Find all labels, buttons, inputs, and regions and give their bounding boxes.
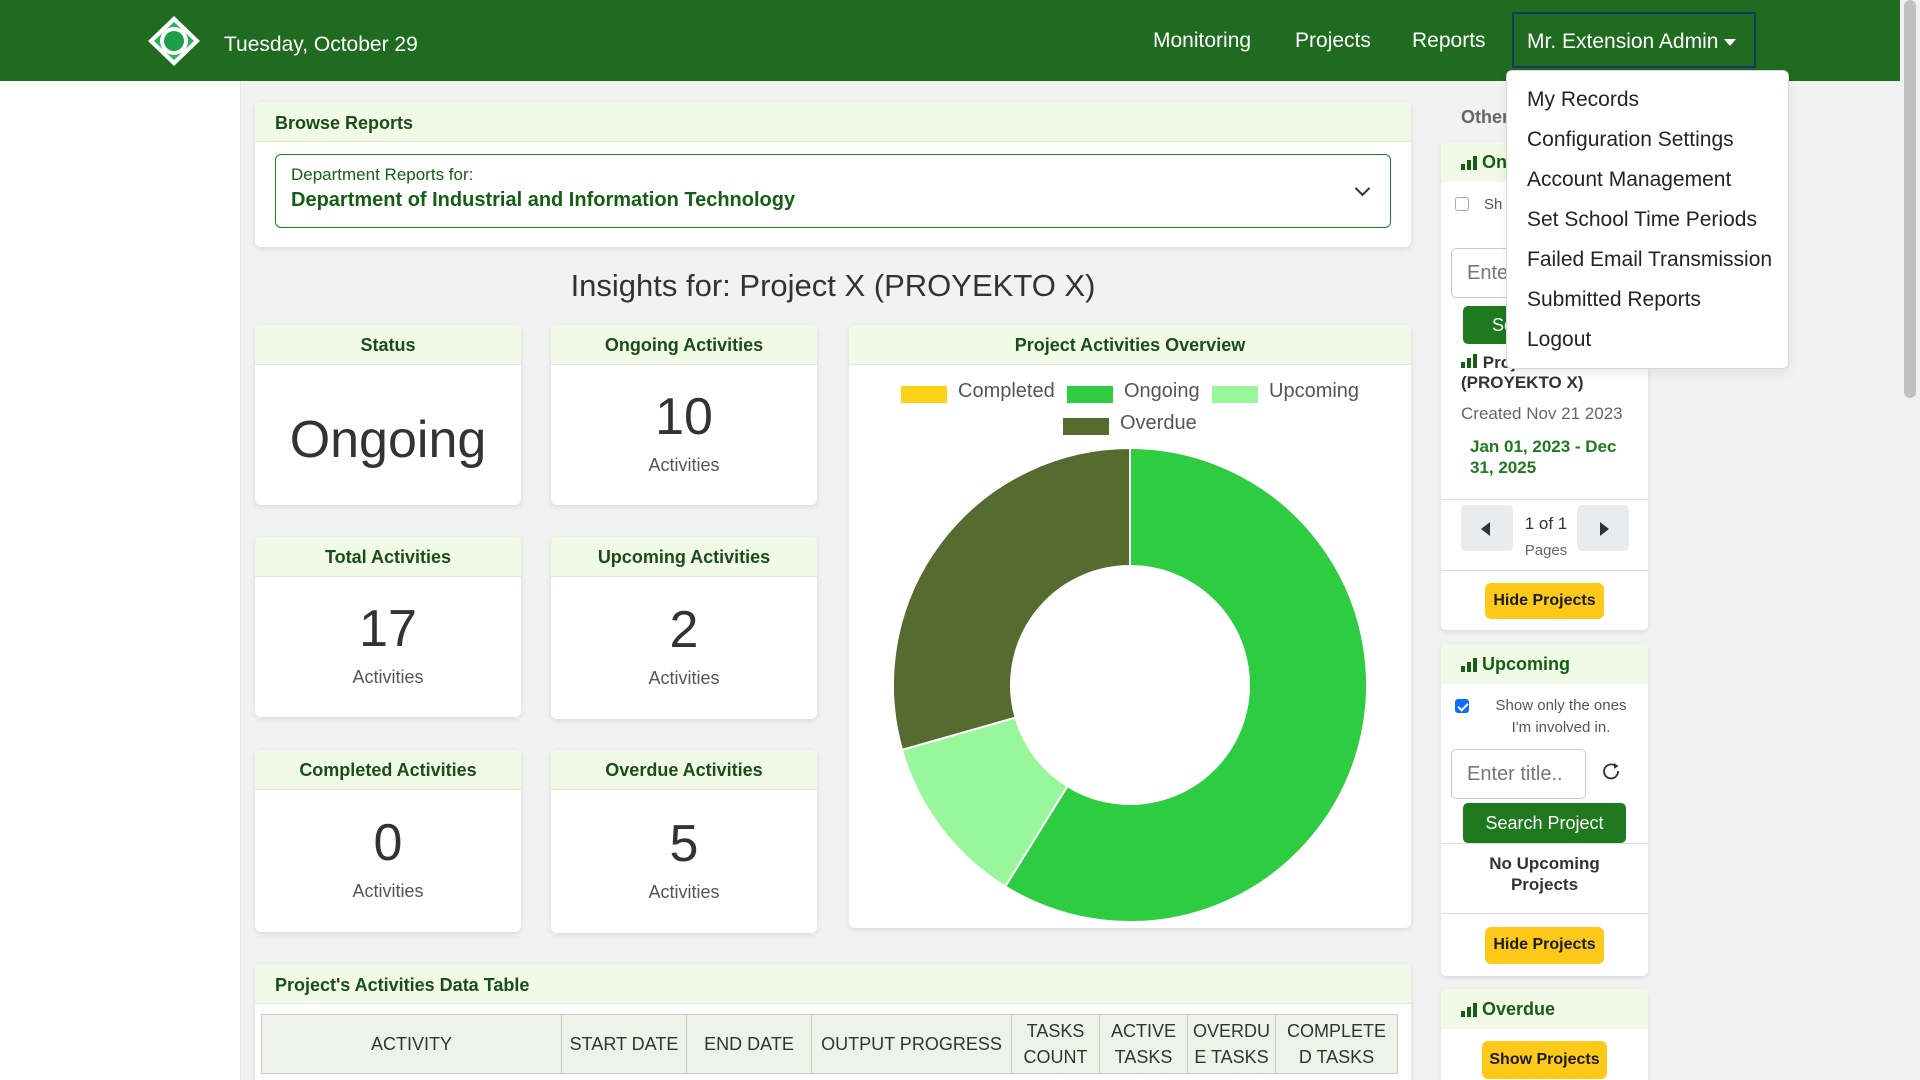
menu-item-configuration-settings[interactable]: Configuration Settings xyxy=(1527,128,1734,152)
menu-item-failed-email-transmission[interactable]: Failed Email Transmission xyxy=(1527,248,1772,272)
ongoing-activities-card: Ongoing Activities 10 Activities xyxy=(551,325,817,505)
upcoming-activities-card: Upcoming Activities 2 Activities xyxy=(551,537,817,719)
bar-chart-icon xyxy=(1461,354,1478,368)
status-card: Status Ongoing xyxy=(255,325,521,505)
menu-item-account-management[interactable]: Account Management xyxy=(1527,168,1731,192)
department-select-label: Department Reports for: xyxy=(291,165,474,184)
chevron-down-icon xyxy=(1354,180,1371,197)
upcoming-activities-unit: Activities xyxy=(648,668,720,688)
completed-activities-count: 0 xyxy=(373,814,403,872)
no-upcoming-projects-message: No Upcoming Projects xyxy=(1489,854,1600,894)
total-activities-card: Total Activities 17 Activities xyxy=(255,537,521,717)
upcoming-search-button[interactable]: Search Project xyxy=(1463,803,1626,843)
bar-chart-icon xyxy=(1461,1003,1478,1017)
divider xyxy=(1441,843,1648,844)
menu-item-my-records[interactable]: My Records xyxy=(1527,88,1639,112)
other-projects-label: Other xyxy=(1461,107,1510,127)
ongoing-activities-header: Ongoing Activities xyxy=(551,325,817,365)
completed-activities-card: Completed Activities 0 Activities xyxy=(255,750,521,932)
show-overdue-projects-button[interactable]: Show Projects xyxy=(1482,1041,1607,1079)
ongoing-activities-count: 10 xyxy=(655,388,713,446)
col-output-progress[interactable]: OUTPUT PROGRESS xyxy=(811,1014,1012,1074)
status-card-header: Status xyxy=(255,325,521,365)
menu-item-submitted-reports[interactable]: Submitted Reports xyxy=(1527,288,1701,312)
upcoming-activities-count: 2 xyxy=(669,601,699,659)
col-activity[interactable]: ACTIVITY xyxy=(261,1014,562,1074)
col-tasks-count[interactable]: TASKS COUNT xyxy=(1011,1014,1100,1074)
total-activities-header: Total Activities xyxy=(255,537,521,577)
total-activities-unit: Activities xyxy=(352,667,424,687)
ongoing-involved-label: Sh xyxy=(1484,196,1503,213)
col-completed-tasks[interactable]: COMPLETE D TASKS xyxy=(1275,1014,1398,1074)
col-active-tasks[interactable]: ACTIVE TASKS xyxy=(1099,1014,1188,1074)
browse-reports-card: Browse Reports Department Reports for: D… xyxy=(255,102,1411,247)
department-select[interactable]: Department Reports for: Department of In… xyxy=(275,154,1391,228)
nav-reports-link[interactable]: Reports xyxy=(1412,29,1486,53)
nav-projects-link[interactable]: Projects xyxy=(1295,29,1371,53)
hide-upcoming-projects-button[interactable]: Hide Projects xyxy=(1485,927,1604,964)
table-header-row: ACTIVITY START DATE END DATE OUTPUT PROG… xyxy=(261,1014,1398,1074)
department-select-value: Department of Industrial and Information… xyxy=(291,189,796,211)
divider xyxy=(1441,570,1648,571)
overdue-activities-count: 5 xyxy=(669,815,699,873)
total-activities-count: 17 xyxy=(359,600,417,658)
page-scrollbar[interactable] xyxy=(1900,0,1920,1080)
status-value: Ongoing xyxy=(289,411,487,469)
menu-item-logout[interactable]: Logout xyxy=(1527,328,1591,352)
user-dropdown-menu: My Records Configuration Settings Accoun… xyxy=(1506,70,1789,369)
next-page-button[interactable] xyxy=(1577,505,1629,551)
refresh-icon[interactable] xyxy=(1601,761,1621,781)
col-end-date[interactable]: END DATE xyxy=(686,1014,812,1074)
donut-chart xyxy=(892,446,1368,923)
caret-right-icon xyxy=(1600,522,1609,536)
scrollbar-thumb[interactable] xyxy=(1904,0,1916,398)
ongoing-involved-checkbox[interactable] xyxy=(1455,197,1469,211)
hide-ongoing-projects-button[interactable]: Hide Projects xyxy=(1485,583,1604,619)
overdue-activities-header: Overdue Activities xyxy=(551,750,817,790)
menu-item-set-school-time-periods[interactable]: Set School Time Periods xyxy=(1527,208,1757,232)
activities-table: ACTIVITY START DATE END DATE OUTPUT PROG… xyxy=(261,1014,1398,1074)
completed-activities-unit: Activities xyxy=(352,881,424,901)
overdue-projects-card: Overdue Show Projects xyxy=(1441,989,1648,1080)
app-logo-icon[interactable] xyxy=(146,14,202,68)
project-activities-overview-card: Project Activities Overview Completed On… xyxy=(849,325,1411,928)
overdue-projects-header: Overdue xyxy=(1441,989,1648,1029)
project-created-date: Created Nov 21 2023 xyxy=(1461,404,1623,423)
nav-monitoring-link[interactable]: Monitoring xyxy=(1153,29,1251,53)
upcoming-projects-card: Upcoming Show only the ones I'm involved… xyxy=(1441,644,1648,976)
donut-slice-overdue[interactable] xyxy=(892,446,1131,752)
completed-activities-header: Completed Activities xyxy=(255,750,521,790)
data-table-header: Project's Activities Data Table xyxy=(255,964,1411,1004)
activities-data-table-card: Project's Activities Data Table ACTIVITY… xyxy=(255,964,1411,1080)
ongoing-activities-unit: Activities xyxy=(648,455,720,475)
top-navbar: Tuesday, October 29 Monitoring Projects … xyxy=(0,0,1900,81)
col-overdue-tasks[interactable]: OVERDU E TASKS xyxy=(1187,1014,1276,1074)
upcoming-projects-header: Upcoming xyxy=(1441,644,1648,684)
pager-unit: Pages xyxy=(1524,542,1568,559)
divider xyxy=(1441,499,1648,500)
insights-title: Insights for: Project X (PROYEKTO X) xyxy=(570,268,1096,303)
caret-down-icon xyxy=(1724,39,1736,46)
upcoming-activities-header: Upcoming Activities xyxy=(551,537,817,577)
bar-chart-icon xyxy=(1461,156,1478,170)
pager-text: 1 of 1 xyxy=(1524,514,1568,533)
upcoming-involved-checkbox[interactable] xyxy=(1455,699,1469,713)
upcoming-involved-label: Show only the ones I'm involved in. xyxy=(1495,697,1627,736)
project-date-range: Jan 01, 2023 - Dec 31, 2025 xyxy=(1470,437,1617,477)
overdue-activities-card: Overdue Activities 5 Activities xyxy=(551,750,817,933)
caret-left-icon xyxy=(1481,522,1490,536)
divider xyxy=(1441,913,1648,914)
browse-reports-header: Browse Reports xyxy=(255,102,1411,142)
upcoming-search-input[interactable]: Enter title.. xyxy=(1451,749,1586,799)
col-start-date[interactable]: START DATE xyxy=(561,1014,687,1074)
bar-chart-icon xyxy=(1461,658,1478,672)
user-name: Mr. Extension Admin xyxy=(1527,30,1719,53)
user-menu-toggle[interactable]: Mr. Extension Admin xyxy=(1512,12,1756,68)
overdue-activities-unit: Activities xyxy=(648,882,720,902)
current-date: Tuesday, October 29 xyxy=(224,33,418,56)
previous-page-button[interactable] xyxy=(1461,505,1513,551)
